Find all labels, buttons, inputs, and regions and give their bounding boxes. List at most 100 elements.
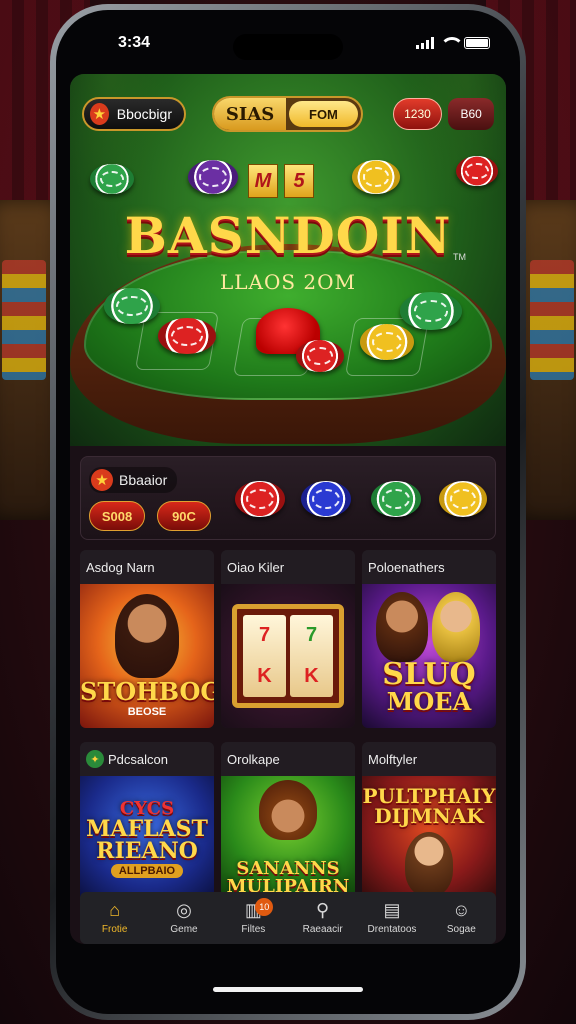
nav-item-games[interactable]: ◎ Geme <box>149 892 218 944</box>
palm-leaves <box>70 74 170 214</box>
badge-letter: 5 <box>284 164 314 198</box>
game-card[interactable]: Oiao Kiler 7K 7K <box>221 550 355 728</box>
trademark: TM <box>453 252 466 262</box>
balance-button[interactable]: 1230 <box>392 98 443 130</box>
bonus-title: ★ Bbaaior <box>89 467 178 493</box>
game-art-title: SANANNS MULIPAIRN <box>226 858 350 897</box>
hero-title: BASNDOIN <box>124 206 452 265</box>
game-label: Poloenathers <box>362 550 496 584</box>
palm-leaves <box>406 74 506 214</box>
phone-screen: 3:34 ★ Bbocbigr SIAS FOM 1230 B60 M 5 BA… <box>56 10 520 1014</box>
game-card[interactable]: Orolkape SANANNS MULIPAIRN <box>221 742 355 902</box>
bonus-title-label: Bbaaior <box>119 472 168 488</box>
game-label: Oiao Kiler <box>221 550 355 584</box>
wifi-icon <box>440 37 464 49</box>
nav-item-profile[interactable]: ☺ Sogae <box>427 892 496 944</box>
game-label: Orolkape <box>221 742 355 776</box>
game-art: STOHBOG BEOSE <box>80 584 214 728</box>
game-card[interactable]: Poloenathers SLUQ MOEA <box>362 550 496 728</box>
game-art: PULTPHAIY DIJMNAK <box>362 776 496 902</box>
game-art-sub: ALLPBAIO <box>110 864 184 878</box>
game-label-text: Pdcsalcon <box>108 751 168 767</box>
bonus-panel: ★ Bbaaior S008 90C <box>80 456 496 540</box>
search-icon: ⚲ <box>316 900 330 920</box>
toggle-left[interactable]: SIAS <box>214 98 287 130</box>
game-label: Molftyler <box>362 742 496 776</box>
nav-label: Filtes <box>241 924 266 935</box>
home-icon: ⌂ <box>109 900 121 920</box>
top-bar: ★ Bbocbigr SIAS FOM 1230 B60 <box>82 96 495 132</box>
chip <box>360 324 414 360</box>
nav-label: Geme <box>170 924 198 935</box>
phone-frame: 3:34 ★ Bbocbigr SIAS FOM 1230 B60 M 5 BA… <box>50 4 526 1020</box>
nav-label: Raeaacir <box>302 924 343 935</box>
coins-button[interactable]: B60 <box>448 98 495 130</box>
game-art-title: PULTPHAIY DIJMNAK <box>362 784 496 828</box>
chip <box>188 160 238 194</box>
bonus-button-b[interactable]: 90C <box>157 501 211 531</box>
toggle-right[interactable]: FOM <box>289 101 358 127</box>
mode-toggle: SIAS FOM <box>212 96 363 132</box>
status-icons <box>416 37 490 49</box>
game-art: SANANNS MULIPAIRN <box>221 776 355 902</box>
chip[interactable] <box>439 481 487 517</box>
chip[interactable] <box>235 481 285 517</box>
star-icon: ★ <box>91 469 113 491</box>
bonus-button-a[interactable]: S008 <box>89 501 145 531</box>
game-card[interactable]: ✦ Pdcsalcon CYCS MAFLAST RIEANO ALLPBAIO <box>80 742 214 902</box>
home-indicator[interactable] <box>213 987 363 992</box>
chip <box>296 340 344 372</box>
star-icon: ★ <box>90 103 109 125</box>
reel: 7K <box>290 615 333 697</box>
notification-badge: 10 <box>255 898 274 916</box>
user-icon: ☺ <box>452 900 471 920</box>
brand-logo-pill[interactable]: ★ Bbocbigr <box>82 97 186 131</box>
chip[interactable] <box>371 481 421 517</box>
status-time: 3:34 <box>118 34 151 51</box>
nav-item-slots[interactable]: ▥ 10 Filtes <box>219 892 288 944</box>
slot-reels: 7K 7K <box>232 604 344 708</box>
chip <box>400 292 462 330</box>
game-art-title: STOHBOG <box>80 677 214 706</box>
game-card[interactable]: Molftyler PULTPHAIY DIJMNAK <box>362 742 496 902</box>
nav-item-search[interactable]: ⚲ Raeaacir <box>288 892 357 944</box>
battery-icon <box>464 37 490 49</box>
chip <box>456 156 498 186</box>
game-label: ✦ Pdcsalcon <box>80 742 214 776</box>
nav-item-home[interactable]: ⌂ Frotie <box>80 892 149 944</box>
game-art: SLUQ MOEA <box>362 584 496 728</box>
badge-letter: M <box>248 164 278 198</box>
chip <box>158 318 216 354</box>
status-bar: 3:34 <box>56 10 520 66</box>
game-art-sub: MOEA <box>386 687 472 716</box>
app-screen: ★ Bbocbigr SIAS FOM 1230 B60 M 5 BASNDOI… <box>70 74 506 944</box>
character-portrait <box>259 780 317 840</box>
gem-icon: ◎ <box>176 900 192 920</box>
guitarist-figure <box>405 832 453 896</box>
game-art: 7K 7K <box>221 584 355 728</box>
character-portrait <box>432 592 480 662</box>
multiplier-badge: M 5 <box>248 164 314 198</box>
game-card[interactable]: Asdog Narn STOHBOG BEOSE <box>80 550 214 728</box>
nav-label: Drentatoos <box>367 924 417 935</box>
hero-banner[interactable]: ★ Bbocbigr SIAS FOM 1230 B60 M 5 BASNDOI… <box>70 74 506 446</box>
bottom-nav: ⌂ Frotie ◎ Geme ▥ 10 Filtes ⚲ Raeaacir ▤… <box>80 892 496 944</box>
game-art-sub: BEOSE <box>127 706 167 718</box>
character-portrait <box>115 594 179 678</box>
chip <box>104 288 160 324</box>
game-art-title: SLUQ <box>382 657 476 692</box>
signal-icon <box>416 37 434 49</box>
clover-icon: ✦ <box>86 750 104 768</box>
chip <box>90 164 134 194</box>
brand-label: Bbocbigr <box>116 106 172 122</box>
chip[interactable] <box>301 481 351 517</box>
game-art: CYCS MAFLAST RIEANO ALLPBAIO <box>80 776 214 902</box>
nav-label: Sogae <box>446 924 476 935</box>
reel: 7K <box>243 615 286 697</box>
character-portrait <box>376 592 428 662</box>
game-art-title: MAFLAST RIEANO <box>86 816 208 864</box>
chip <box>352 160 400 194</box>
game-label: Asdog Narn <box>80 550 214 584</box>
list-icon: ▤ <box>383 900 401 920</box>
nav-item-list[interactable]: ▤ Drentatoos <box>357 892 426 944</box>
